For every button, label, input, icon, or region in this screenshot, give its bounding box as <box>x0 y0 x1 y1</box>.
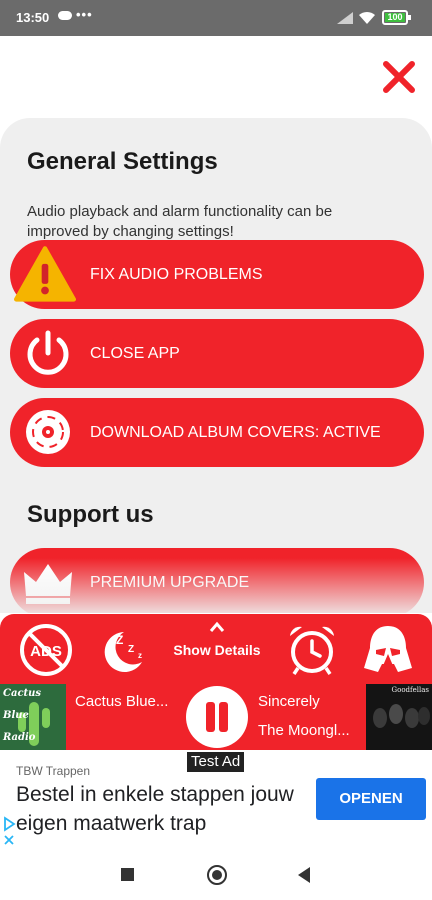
general-settings-description: Audio playback and alarm functionality c… <box>27 203 333 240</box>
svg-text:Z: Z <box>116 633 123 647</box>
status-bar: 13:50 ••• 100 <box>0 0 432 36</box>
fix-audio-problems-label: FIX AUDIO PROBLEMS <box>90 266 263 283</box>
premium-upgrade-label: PREMIUM UPGRADE <box>90 574 250 591</box>
pause-icon-bar <box>219 702 228 732</box>
download-album-covers-label: DOWNLOAD ALBUM COVERS: ACTIVE <box>90 424 381 441</box>
recents-icon[interactable] <box>121 868 134 881</box>
player-bar: Cactus Blue Radio Cactus Blue... Sincere… <box>0 684 432 750</box>
sleep-timer-icon[interactable]: Z Z z <box>94 622 150 678</box>
signal-icon <box>337 12 353 24</box>
crown-icon <box>24 564 72 604</box>
right-album-cover[interactable]: Goodfellas <box>366 684 432 750</box>
show-details-button[interactable]: Show Details <box>166 618 268 678</box>
close-app-label: CLOSE APP <box>90 345 180 362</box>
pause-button[interactable] <box>186 686 248 748</box>
more-notifications-icon: ••• <box>76 7 93 22</box>
left-album-cover[interactable]: Cactus Blue Radio <box>0 684 66 750</box>
general-settings-title: General Settings <box>27 148 218 175</box>
support-us-title: Support us <box>27 501 154 528</box>
darth-vader-icon[interactable] <box>360 622 416 678</box>
test-ad-label: Test Ad <box>187 752 245 772</box>
home-icon[interactable] <box>207 865 227 885</box>
back-icon[interactable] <box>298 867 310 883</box>
left-cover-text-1: Cactus <box>3 688 42 699</box>
pause-icon <box>206 702 215 732</box>
download-album-covers-button[interactable]: DOWNLOAD ALBUM COVERS: ACTIVE <box>10 398 424 467</box>
svg-text:z: z <box>138 651 142 660</box>
control-bar: ADS Z Z z Show Details <box>0 614 432 684</box>
show-details-label: Show Details <box>173 642 261 658</box>
premium-upgrade-button[interactable]: PREMIUM UPGRADE <box>10 548 424 613</box>
wifi-icon <box>359 11 375 24</box>
battery-icon: 100 <box>382 10 411 25</box>
close-app-button[interactable]: CLOSE APP <box>10 319 424 388</box>
ad-advertiser: TBW Trappen <box>16 764 91 778</box>
right-station-name[interactable]: Sincerely <box>258 693 320 710</box>
battery-level: 100 <box>385 13 405 22</box>
power-icon <box>27 330 69 375</box>
right-cover-text: Goodfellas <box>391 686 429 694</box>
left-station-name[interactable]: Cactus Blue... <box>75 693 168 710</box>
right-track-name[interactable]: The Moongl... <box>258 722 350 739</box>
no-ads-icon[interactable]: ADS <box>18 622 74 678</box>
ad-choices-icon[interactable] <box>2 816 16 848</box>
svg-text:Z: Z <box>128 644 134 655</box>
navigation-bar <box>0 850 432 900</box>
cloud-icon <box>58 11 72 20</box>
fix-audio-problems-button[interactable]: FIX AUDIO PROBLEMS <box>10 240 424 309</box>
chevron-up-icon <box>209 621 225 632</box>
ad-headline[interactable]: Bestel in enkele stappen jouw eigen maat… <box>16 780 316 838</box>
status-time: 13:50 <box>16 10 50 25</box>
left-cover-text-3: Radio <box>3 732 36 743</box>
ad-open-button[interactable]: OPENEN <box>316 778 426 820</box>
alarm-clock-icon[interactable] <box>284 622 340 678</box>
settings-panel: General Settings Audio playback and alar… <box>0 118 432 613</box>
disc-icon <box>26 410 70 454</box>
warning-icon <box>14 246 76 302</box>
close-icon[interactable] <box>380 58 418 96</box>
left-cover-text-2: Blue <box>3 710 29 721</box>
